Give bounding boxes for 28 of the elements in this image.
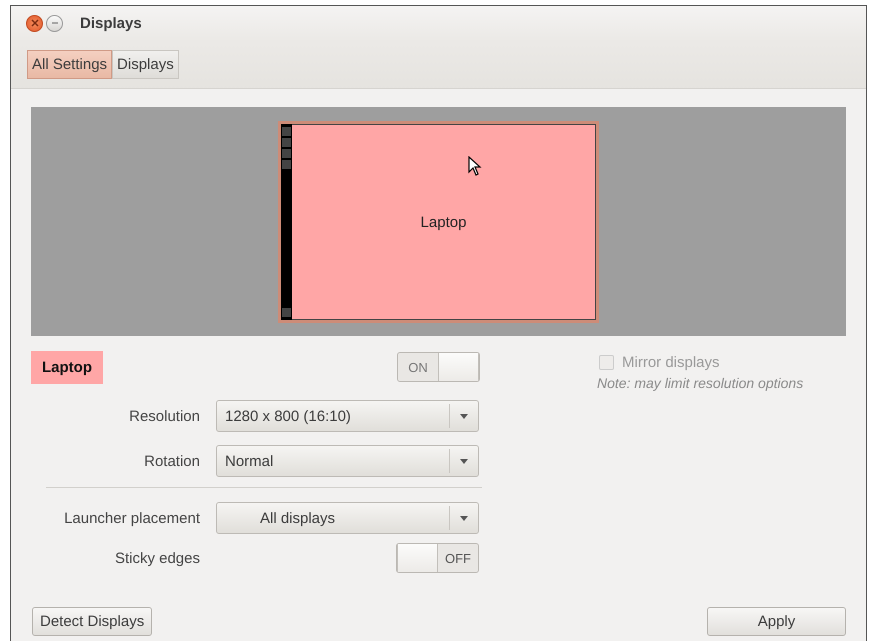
detect-displays-button[interactable]: Detect Displays: [32, 607, 152, 636]
minimize-button[interactable]: [46, 14, 63, 32]
dropdown[interactable]: All displays: [216, 502, 479, 534]
display-toggle-switch[interactable]: ON: [397, 352, 480, 382]
dropdown[interactable]: Normal: [216, 445, 479, 477]
caret-icon: [460, 516, 468, 520]
caret-icon: [460, 458, 468, 464]
checkbox-label: Mirror displays: [622, 354, 720, 371]
breadcrumb-button[interactable]: All Settings: [27, 50, 112, 78]
close-icon: [30, 19, 38, 27]
toggle-switch[interactable]: OFF: [396, 543, 479, 573]
breadcrumb-button[interactable]: Displays: [112, 50, 179, 78]
monitor-label: Laptop: [420, 214, 466, 230]
setting-label: Resolution: [128, 408, 200, 424]
setting-label: Sticky edges: [114, 550, 200, 566]
display-name: Laptop: [31, 350, 103, 384]
apply-button[interactable]: Apply: [707, 607, 846, 636]
caret-icon: [460, 414, 468, 418]
monitor[interactable]: Laptop: [278, 121, 599, 323]
window-title: Displays: [80, 14, 142, 32]
note-text: Note: may limit resolution options: [597, 375, 804, 391]
dropdown[interactable]: 1280 x 800 (16:10): [216, 400, 479, 432]
setting-label: Rotation: [143, 452, 200, 470]
mouse-pointer-icon: [468, 156, 482, 176]
setting-label: Launcher placement: [63, 510, 200, 526]
close-button[interactable]: [26, 14, 43, 32]
launcher-strip-icon: [281, 124, 292, 320]
minimize-icon: [50, 22, 58, 24]
